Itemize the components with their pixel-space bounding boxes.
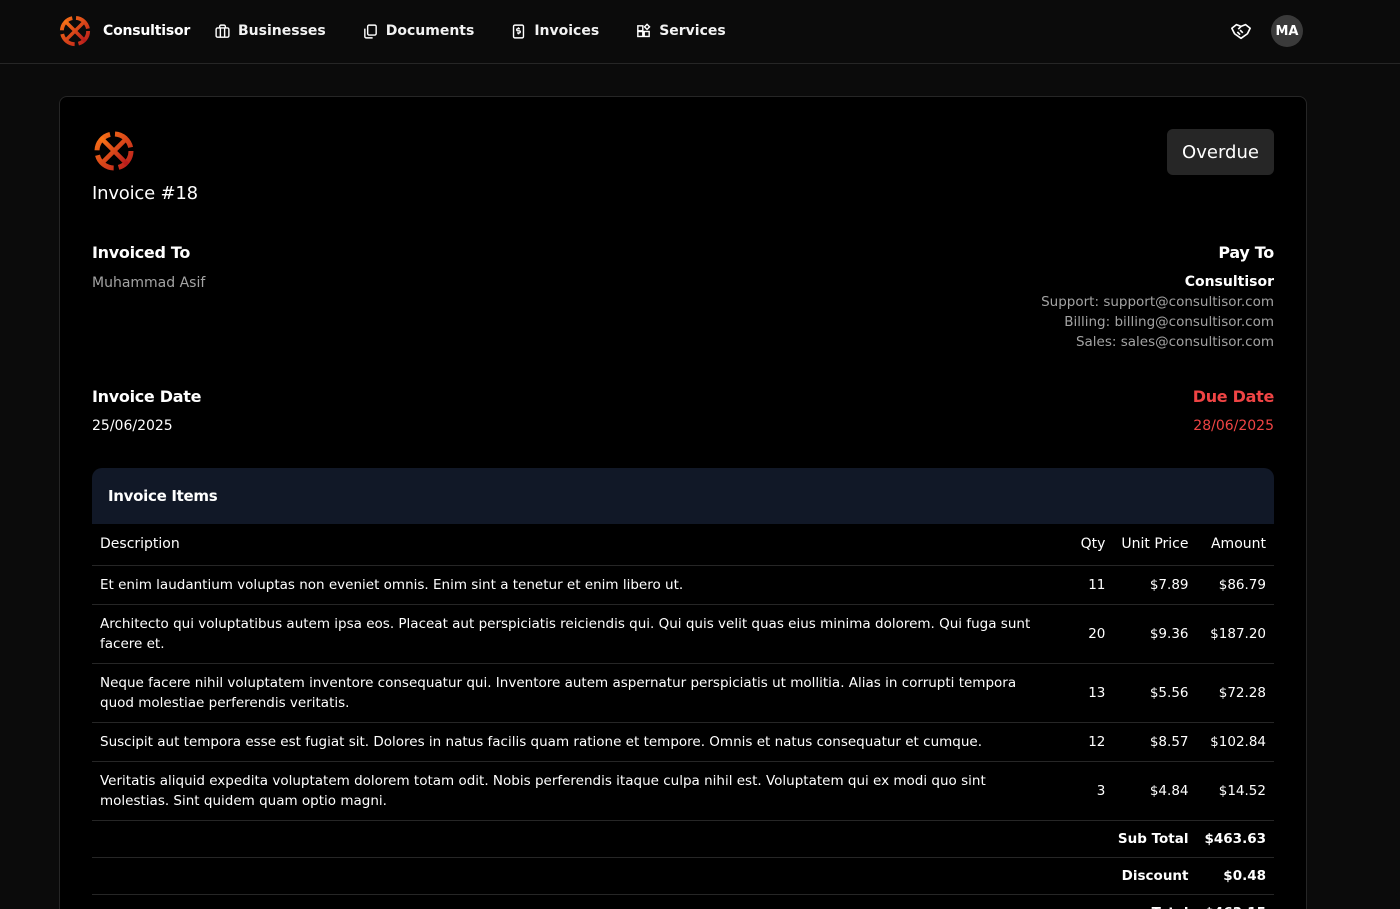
handshake-icon[interactable] bbox=[1230, 20, 1252, 42]
pay-to-support: Support: support@consultisor.com bbox=[1041, 294, 1274, 310]
item-qty: 3 bbox=[1057, 761, 1114, 821]
subtotal-row: Sub Total $463.63 bbox=[92, 820, 1274, 858]
consultisor-logo-icon bbox=[59, 15, 91, 47]
subtotal-label: Sub Total bbox=[92, 820, 1197, 858]
col-amount: Amount bbox=[1196, 524, 1274, 566]
user-avatar[interactable]: MA bbox=[1271, 15, 1303, 47]
nav-invoices-label: Invoices bbox=[534, 23, 600, 39]
nav-documents[interactable]: Documents bbox=[362, 20, 475, 42]
pay-to-section: Pay To Consultisor Support: support@cons… bbox=[1041, 243, 1274, 352]
top-navbar: Consultisor Businesses Documents Invoice… bbox=[0, 0, 1400, 64]
discount-row: Discount $0.48 bbox=[92, 857, 1274, 895]
item-amount: $187.20 bbox=[1196, 604, 1274, 664]
item-qty: 20 bbox=[1057, 604, 1114, 664]
invoiced-to-label: Invoiced To bbox=[92, 243, 191, 262]
nav-invoices[interactable]: Invoices bbox=[510, 20, 599, 42]
due-date-value: 28/06/2025 bbox=[1193, 418, 1274, 434]
nav-services[interactable]: Services bbox=[635, 20, 726, 42]
pay-to-label: Pay To bbox=[1218, 243, 1274, 262]
pay-to-sales: Sales: sales@consultisor.com bbox=[1075, 334, 1274, 350]
invoice-date-label: Invoice Date bbox=[92, 387, 202, 406]
brand-name: Consultisor bbox=[103, 23, 191, 39]
nav-services-label: Services bbox=[659, 23, 726, 39]
documents-icon bbox=[363, 23, 377, 39]
item-amount: $86.79 bbox=[1196, 565, 1274, 605]
item-unit-price: $7.89 bbox=[1113, 565, 1197, 605]
item-description: Veritatis aliquid expedita voluptatem do… bbox=[92, 761, 1058, 821]
table-row: Architecto qui voluptatibus autem ipsa e… bbox=[92, 604, 1274, 664]
item-unit-price: $9.36 bbox=[1113, 604, 1197, 664]
total-label: Total bbox=[92, 894, 1197, 909]
item-amount: $72.28 bbox=[1196, 663, 1274, 723]
services-icon bbox=[637, 22, 651, 37]
item-unit-price: $4.84 bbox=[1113, 761, 1197, 821]
pay-to-billing: Billing: billing@consultisor.com bbox=[1064, 314, 1274, 330]
subtotal-value: $463.63 bbox=[1196, 820, 1274, 858]
item-unit-price: $5.56 bbox=[1113, 663, 1197, 723]
nav-businesses-label: Businesses bbox=[238, 23, 326, 39]
item-description: Neque facere nihil voluptatem inventore … bbox=[92, 663, 1058, 723]
invoice-date-section: Invoice Date 25/06/2025 bbox=[92, 387, 201, 434]
table-row: Et enim laudantium voluptas non eveniet … bbox=[92, 565, 1274, 605]
col-description: Description bbox=[92, 524, 1058, 566]
consultisor-logo-icon bbox=[94, 131, 134, 171]
discount-label: Discount bbox=[92, 857, 1197, 895]
item-description: Architecto qui voluptatibus autem ipsa e… bbox=[92, 604, 1058, 664]
table-row: Neque facere nihil voluptatem inventore … bbox=[92, 663, 1274, 723]
nav-businesses[interactable]: Businesses bbox=[214, 20, 326, 42]
invoice-items-table: Description Qty Unit Price Amount Et eni… bbox=[92, 524, 1274, 909]
briefcase-icon bbox=[215, 23, 230, 38]
item-description: Et enim laudantium voluptas non eveniet … bbox=[92, 565, 1058, 605]
due-date-section: Due Date 28/06/2025 bbox=[1192, 387, 1275, 434]
nav-documents-label: Documents bbox=[385, 23, 475, 39]
item-description: Suscipit aut tempora esse est fugiat sit… bbox=[92, 722, 1058, 762]
table-header-row: Description Qty Unit Price Amount bbox=[92, 524, 1274, 566]
brand[interactable]: Consultisor bbox=[58, 14, 190, 48]
invoice-icon bbox=[513, 23, 525, 39]
main-nav: Businesses Documents Invoices Services bbox=[214, 20, 762, 42]
item-qty: 12 bbox=[1057, 722, 1114, 762]
invoice-card: Invoice #18 Overdue Invoiced To Muhammad… bbox=[59, 96, 1307, 909]
total-row: Total $463.15 bbox=[92, 894, 1274, 909]
item-qty: 13 bbox=[1057, 663, 1114, 723]
invoice-title: Invoice #18 bbox=[92, 183, 198, 204]
pay-to-company: Consultisor bbox=[1184, 274, 1274, 290]
item-amount: $14.52 bbox=[1196, 761, 1274, 821]
col-qty: Qty bbox=[1057, 524, 1114, 566]
col-unit-price: Unit Price bbox=[1113, 524, 1197, 566]
invoice-date-value: 25/06/2025 bbox=[92, 418, 173, 434]
discount-value: $0.48 bbox=[1196, 857, 1274, 895]
invoiced-to-section: Invoiced To Muhammad Asif bbox=[92, 243, 205, 291]
item-qty: 11 bbox=[1057, 565, 1114, 605]
invoiced-to-name: Muhammad Asif bbox=[92, 275, 206, 291]
status-badge: Overdue bbox=[1167, 129, 1274, 175]
total-value: $463.15 bbox=[1196, 894, 1274, 909]
invoice-items-header: Invoice Items bbox=[92, 468, 1274, 524]
table-row: Veritatis aliquid expedita voluptatem do… bbox=[92, 761, 1274, 821]
item-unit-price: $8.57 bbox=[1113, 722, 1197, 762]
due-date-label: Due Date bbox=[1192, 387, 1275, 406]
table-row: Suscipit aut tempora esse est fugiat sit… bbox=[92, 722, 1274, 762]
item-amount: $102.84 bbox=[1196, 722, 1274, 762]
